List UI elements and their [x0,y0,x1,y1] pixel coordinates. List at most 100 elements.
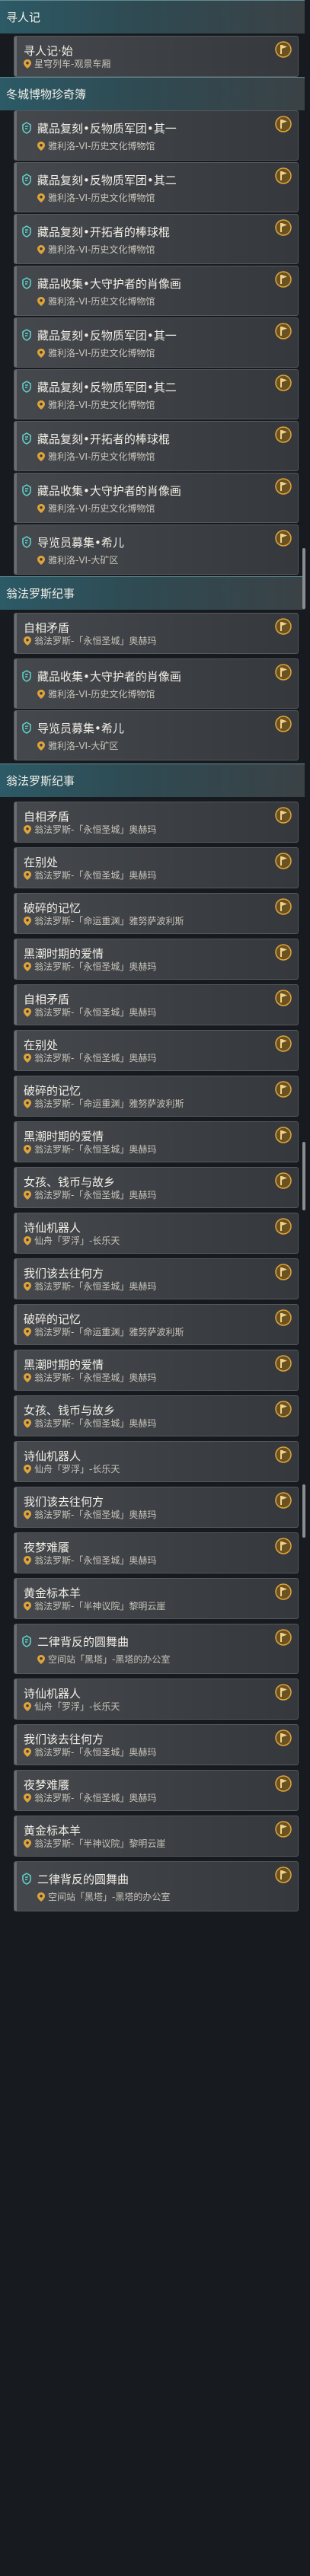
quest-title: 自相矛盾 [24,993,70,1006]
quest-location: 雅利洛-VI-历史文化博物馆 [37,450,155,463]
pin-icon [24,1602,31,1611]
item-accent-bar [14,370,17,419]
quest-title: 破碎的记忆 [24,1084,81,1098]
quest-item[interactable]: 夜梦难餍 翁法罗斯-「永恒圣城」奥赫玛 [14,1770,299,1811]
section-header[interactable]: 翁法罗斯纪事 [0,576,305,610]
quest-item[interactable]: 藏品收集•大守护者的肖像画 雅利洛-VI-历史文化博物馆 [14,658,299,709]
pin-icon [24,1465,31,1474]
quest-location: 翁法罗斯-「永恒圣城」奥赫玛 [24,1280,156,1293]
quest-icon [21,277,33,289]
item-accent-bar [14,1771,17,1810]
flag-icon [275,1309,292,1326]
pin-icon [37,1655,45,1664]
item-accent-bar [14,614,17,653]
pin-icon [24,1702,31,1711]
item-accent-bar [14,1259,17,1299]
section-title: 翁法罗斯纪事 [6,587,75,601]
flag-icon [275,1867,292,1883]
item-accent-bar [14,215,17,263]
item-accent-bar [14,1031,17,1070]
quest-title: 藏品复刻•开拓者的棒球棍 [37,225,170,239]
flag-icon [275,1629,292,1646]
quest-item[interactable]: 破碎的记忆 翁法罗斯-「命运重渊」雅努萨波利斯 [14,1076,299,1117]
scrollbar-thumb[interactable] [302,1142,305,1210]
quest-title: 黄金标本羊 [24,1586,81,1600]
flag-icon [275,1081,292,1098]
quest-item[interactable]: 诗仙机器人 仙舟「罗浮」-长乐天 [14,1679,299,1720]
quest-item[interactable]: 藏品复刻•反物质军团•其二 雅利洛-VI-历史文化博物馆 [14,369,299,419]
item-accent-bar [14,266,17,315]
quest-item[interactable]: 藏品复刻•反物质军团•其一 雅利洛-VI-历史文化博物馆 [14,110,299,161]
quest-item[interactable]: 诗仙机器人 仙舟「罗浮」-长乐天 [14,1213,299,1254]
quest-item[interactable]: 藏品复刻•反物质军团•其二 雅利洛-VI-历史文化博物馆 [14,162,299,212]
quest-item[interactable]: 在别处 翁法罗斯-「永恒圣城」奥赫玛 [14,1030,299,1071]
quest-item[interactable]: 藏品复刻•开拓者的棒球棍 雅利洛-VI-历史文化博物馆 [14,421,299,471]
flag-icon [275,1492,292,1509]
quest-location: 雅利洛-VI-历史文化博物馆 [37,502,155,515]
pin-icon [37,349,45,358]
quest-item[interactable]: 黄金标本羊 翁法罗斯-「半神议院」黎明云崖 [14,1816,299,1857]
item-accent-bar [14,1487,17,1527]
quest-item[interactable]: 女孩、钱币与故乡 翁法罗斯-「永恒圣城」奥赫玛 [14,1167,299,1208]
quest-item[interactable]: 导览员募集•希儿 雅利洛-VI-大矿区 [14,710,299,760]
quest-item[interactable]: 我们该去往何方 翁法罗斯-「永恒圣城」奥赫玛 [14,1487,299,1528]
quest-item[interactable]: 藏品收集•大守护者的肖像画 雅利洛-VI-历史文化博物馆 [14,473,299,523]
quest-item[interactable]: 黑潮时期的爱情 翁法罗斯-「永恒圣城」奥赫玛 [14,1121,299,1162]
item-accent-bar [14,525,17,574]
quest-item[interactable]: 在别处 翁法罗斯-「永恒圣城」奥赫玛 [14,847,299,888]
flag-icon [275,323,292,340]
section-header[interactable]: 翁法罗斯纪事 [0,764,305,797]
scrollbar-thumb[interactable] [302,1484,305,1538]
quest-item[interactable]: 黑潮时期的爱情 翁法罗斯-「永恒圣城」奥赫玛 [14,1350,299,1391]
quest-item[interactable]: 夜梦难餍 翁法罗斯-「永恒圣城」奥赫玛 [14,1532,299,1573]
pin-icon [24,1145,31,1154]
quest-item[interactable]: 寻人记·始 星穹列车-观景车厢 [14,36,299,77]
quest-item[interactable]: 破碎的记忆 翁法罗斯-「命运重渊」雅努萨波利斯 [14,1304,299,1345]
item-accent-bar [14,1816,17,1856]
quest-location-text: 翁法罗斯-「永恒圣城」奥赫玛 [34,1510,157,1520]
quest-item[interactable]: 二律背反的圆舞曲 空间站「黑塔」-黑塔的办公室 [14,1624,299,1674]
quest-item[interactable]: 导览员募集•希儿 雅利洛-VI-大矿区 [14,524,299,575]
quest-location: 翁法罗斯-「永恒圣城」奥赫玛 [24,1791,156,1804]
pin-icon [24,1191,31,1200]
quest-location-text: 翁法罗斯-「永恒圣城」奥赫玛 [34,824,157,835]
quest-item[interactable]: 二律背反的圆舞曲 空间站「黑塔」-黑塔的办公室 [14,1861,299,1911]
item-accent-bar [14,1122,17,1162]
quest-item[interactable]: 诗仙机器人 仙舟「罗浮」-长乐天 [14,1441,299,1482]
quest-item[interactable]: 藏品复刻•开拓者的棒球棍 雅利洛-VI-历史文化博物馆 [14,214,299,264]
quest-item[interactable]: 自相矛盾 翁法罗斯-「永恒圣城」奥赫玛 [14,802,299,843]
quest-item[interactable]: 我们该去往何方 翁法罗斯-「永恒圣城」奥赫玛 [14,1724,299,1765]
quest-title: 我们该去往何方 [24,1733,104,1746]
item-accent-bar [14,1579,17,1618]
quest-location-text: 翁法罗斯-「半神议院」黎明云崖 [34,1601,166,1612]
quest-location-text: 翁法罗斯-「命运重渊」雅努萨波利斯 [34,1327,184,1337]
quest-item[interactable]: 藏品复刻•反物质军团•其一 雅利洛-VI-历史文化博物馆 [14,317,299,368]
section-header[interactable]: 冬城博物珍奇簿 [0,77,305,110]
item-accent-bar [14,1213,17,1253]
flag-icon [275,219,292,236]
quest-item[interactable]: 藏品收集•大守护者的肖像画 雅利洛-VI-历史文化博物馆 [14,266,299,316]
quest-title: 自相矛盾 [24,621,70,635]
scrollbar-thumb[interactable] [302,548,305,609]
quest-item[interactable]: 自相矛盾 翁法罗斯-「永恒圣城」奥赫玛 [14,984,299,1025]
flag-icon [275,1035,292,1052]
section-header[interactable]: 寻人记 [0,0,305,33]
quest-item[interactable]: 黑潮时期的爱情 翁法罗斯-「永恒圣城」奥赫玛 [14,939,299,980]
quest-item[interactable]: 黄金标本羊 翁法罗斯-「半神议院」黎明云崖 [14,1578,299,1619]
item-accent-bar [14,1076,17,1116]
pin-icon [24,1236,31,1245]
quest-title: 藏品复刻•反物质军团•其二 [37,174,177,187]
quest-location: 翁法罗斯-「永恒圣城」奥赫玛 [24,823,156,836]
quest-title: 藏品收集•大守护者的肖像画 [37,484,181,498]
quest-location-text: 雅利洛-VI-大矿区 [48,741,119,751]
quest-item[interactable]: 女孩、钱币与故乡 翁法罗斯-「永恒圣城」奥赫玛 [14,1395,299,1436]
quest-item[interactable]: 我们该去往何方 翁法罗斯-「永恒圣城」奥赫玛 [14,1258,299,1299]
quest-item[interactable]: 破碎的记忆 翁法罗斯-「命运重渊」雅努萨波利斯 [14,893,299,934]
pin-icon [24,917,31,926]
quest-item[interactable]: 自相矛盾 翁法罗斯-「永恒圣城」奥赫玛 [14,613,299,654]
quest-location-text: 翁法罗斯-「永恒圣城」奥赫玛 [34,1281,157,1292]
quest-title: 藏品收集•大守护者的肖像画 [37,277,181,291]
quest-location: 雅利洛-VI-历史文化博物馆 [37,243,155,256]
flag-icon [275,853,292,869]
quest-location-text: 翁法罗斯-「半神议院」黎明云崖 [34,1838,166,1849]
